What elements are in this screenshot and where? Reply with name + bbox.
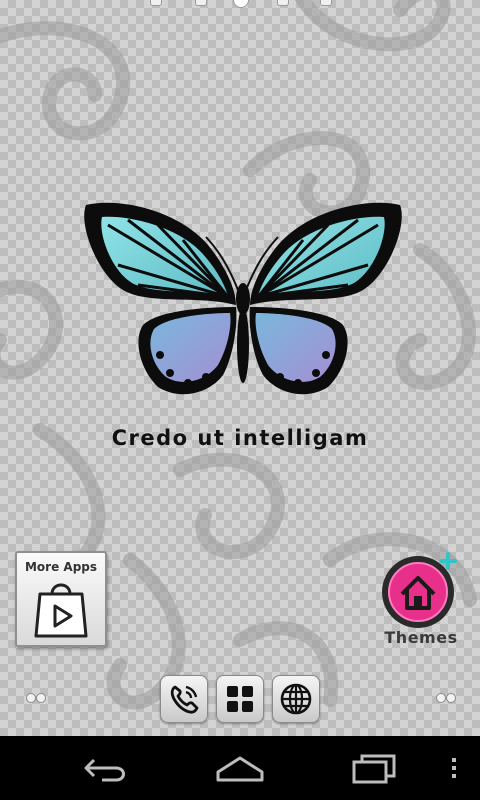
page-dot[interactable]: [320, 0, 332, 6]
navigation-bar: [0, 736, 480, 800]
home-plus-icon: [382, 552, 457, 628]
recent-apps-icon: [352, 754, 396, 784]
page-dot[interactable]: [150, 0, 162, 6]
phone-icon: [170, 685, 199, 714]
globe-icon: [280, 683, 312, 715]
themes-shortcut[interactable]: Themes: [378, 550, 464, 656]
more-apps-button[interactable]: More Apps: [15, 551, 107, 647]
home-outline-icon: [216, 756, 264, 782]
more-apps-label: More Apps: [24, 560, 98, 574]
butterfly-illustration: [84, 202, 402, 395]
dock-left-dots: [26, 693, 48, 703]
themes-label: Themes: [384, 628, 458, 647]
dock: [160, 675, 322, 725]
back-button[interactable]: [80, 748, 132, 788]
overflow-menu-icon: [452, 758, 456, 778]
recent-apps-button[interactable]: [350, 748, 400, 788]
wallpaper-motto: Credo ut intelligam: [111, 426, 369, 450]
dock-phone-button[interactable]: [160, 675, 208, 723]
overflow-menu-button[interactable]: [446, 748, 462, 788]
dock-browser-button[interactable]: [272, 675, 320, 723]
back-arrow-icon: [84, 758, 125, 782]
grid-icon: [227, 686, 253, 712]
page-dot[interactable]: [195, 0, 207, 6]
shopping-bag-play-icon: [34, 583, 88, 638]
dock-right-dots: [436, 693, 458, 703]
page-dot[interactable]: [277, 0, 289, 6]
dock-app-drawer-button[interactable]: [216, 675, 264, 723]
page-indicator: [0, 0, 480, 8]
page-dot-active[interactable]: [233, 0, 249, 8]
home-button[interactable]: [212, 748, 268, 788]
